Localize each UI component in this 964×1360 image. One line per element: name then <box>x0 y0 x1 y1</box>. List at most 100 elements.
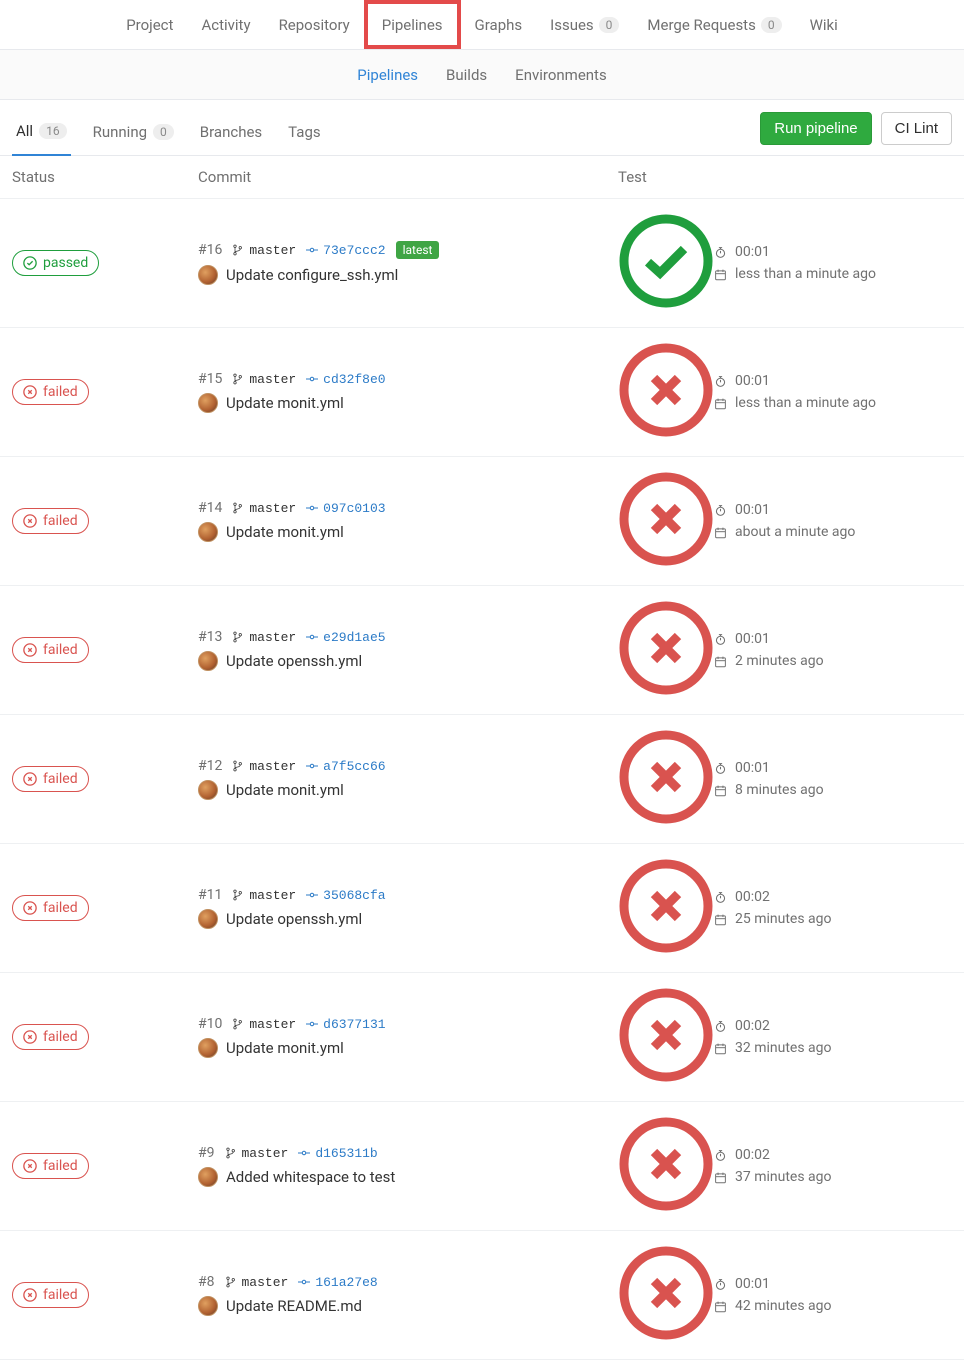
test-cell[interactable] <box>618 471 714 571</box>
branch-name: master <box>249 630 296 645</box>
scope-all[interactable]: All 16 <box>12 110 71 156</box>
commit-sha-link[interactable]: a7f5cc66 <box>306 759 385 774</box>
nav-repository[interactable]: Repository <box>265 0 364 49</box>
pipeline-id[interactable]: #13 <box>198 629 222 645</box>
status-pill[interactable]: failed <box>12 1024 89 1050</box>
x-circle-icon <box>618 1116 714 1212</box>
test-cell[interactable] <box>618 729 714 829</box>
avatar[interactable] <box>198 1167 218 1187</box>
commit-message[interactable]: Update configure_ssh.yml <box>226 266 398 284</box>
avatar[interactable] <box>198 909 218 929</box>
status-cell: failed <box>12 379 198 405</box>
test-cell[interactable] <box>618 1116 714 1216</box>
branch-link[interactable]: master <box>225 1146 289 1161</box>
test-cell[interactable] <box>618 600 714 700</box>
commit-message[interactable]: Added whitespace to test <box>226 1168 395 1186</box>
subnav-environments[interactable]: Environments <box>501 66 621 84</box>
pipeline-id[interactable]: #16 <box>198 242 222 258</box>
branch-icon <box>232 631 244 643</box>
branch-link[interactable]: master <box>225 1275 289 1290</box>
branch-link[interactable]: master <box>232 372 296 387</box>
subnav-builds[interactable]: Builds <box>432 66 501 84</box>
time-ago: 2 minutes ago <box>735 653 824 669</box>
commit-sha-link[interactable]: 097c0103 <box>306 501 385 516</box>
commit-sha-link[interactable]: e29d1ae5 <box>306 630 385 645</box>
commit-message[interactable]: Update monit.yml <box>226 394 344 412</box>
commit-sha-link[interactable]: cd32f8e0 <box>306 372 385 387</box>
scope-tags[interactable]: Tags <box>284 110 324 155</box>
table-row: failed #9 master d165311b Added whitespa… <box>0 1102 964 1231</box>
test-cell[interactable] <box>618 1245 714 1345</box>
scope-running-count: 0 <box>153 124 174 140</box>
commit-message[interactable]: Update README.md <box>226 1297 362 1315</box>
commit-sha-link[interactable]: 161a27e8 <box>298 1275 377 1290</box>
status-pill[interactable]: failed <box>12 1153 89 1179</box>
status-pill[interactable]: failed <box>12 508 89 534</box>
branch-icon <box>232 889 244 901</box>
nav-graphs[interactable]: Graphs <box>461 0 537 49</box>
avatar[interactable] <box>198 265 218 285</box>
status-pill[interactable]: failed <box>12 895 89 921</box>
commit-message[interactable]: Update openssh.yml <box>226 652 362 670</box>
branch-link[interactable]: master <box>232 1017 296 1032</box>
pipeline-id[interactable]: #15 <box>198 371 222 387</box>
commit-sha-link[interactable]: 73e7ccc2 <box>306 243 385 258</box>
nav-merge-requests[interactable]: Merge Requests 0 <box>633 0 795 49</box>
branch-link[interactable]: master <box>232 630 296 645</box>
pipeline-id[interactable]: #10 <box>198 1016 222 1032</box>
avatar[interactable] <box>198 1038 218 1058</box>
stopwatch-icon <box>714 1278 727 1291</box>
ci-lint-button[interactable]: CI Lint <box>881 112 952 145</box>
status-pill[interactable]: failed <box>12 1282 89 1308</box>
commit-sha-link[interactable]: d165311b <box>298 1146 377 1161</box>
meta-cell: 00:01 less than a minute ago <box>714 373 964 411</box>
avatar[interactable] <box>198 651 218 671</box>
pipeline-id[interactable]: #14 <box>198 500 222 516</box>
commit-message[interactable]: Update openssh.yml <box>226 910 362 928</box>
branch-link[interactable]: master <box>232 243 296 258</box>
avatar[interactable] <box>198 1296 218 1316</box>
subnav-pipelines[interactable]: Pipelines <box>343 66 432 84</box>
pipeline-id[interactable]: #11 <box>198 887 222 903</box>
status-pill[interactable]: failed <box>12 379 89 405</box>
commit-message[interactable]: Update monit.yml <box>226 523 344 541</box>
test-cell[interactable] <box>618 213 714 313</box>
commit-sha-link[interactable]: d6377131 <box>306 1017 385 1032</box>
check-circle-icon <box>618 213 714 309</box>
meta-cell: 00:02 25 minutes ago <box>714 889 964 927</box>
branch-link[interactable]: master <box>232 759 296 774</box>
commit-message[interactable]: Update monit.yml <box>226 781 344 799</box>
avatar[interactable] <box>198 393 218 413</box>
avatar[interactable] <box>198 780 218 800</box>
status-pill[interactable]: passed <box>12 250 99 276</box>
status-cell: failed <box>12 1153 198 1179</box>
stopwatch-icon <box>714 1149 727 1162</box>
commit-sha: 73e7ccc2 <box>323 243 385 258</box>
duration: 00:01 <box>735 373 770 389</box>
nav-activity[interactable]: Activity <box>187 0 264 49</box>
pipeline-id[interactable]: #9 <box>198 1145 215 1161</box>
branch-link[interactable]: master <box>232 501 296 516</box>
meta-cell: 00:01 8 minutes ago <box>714 760 964 798</box>
nav-pipelines[interactable]: Pipelines <box>364 0 461 49</box>
nav-wiki[interactable]: Wiki <box>796 0 852 49</box>
pipeline-id[interactable]: #8 <box>198 1274 215 1290</box>
test-cell[interactable] <box>618 858 714 958</box>
time-ago: 25 minutes ago <box>735 911 832 927</box>
nav-issues[interactable]: Issues 0 <box>536 0 633 49</box>
test-cell[interactable] <box>618 342 714 442</box>
commit-message[interactable]: Update monit.yml <box>226 1039 344 1057</box>
avatar[interactable] <box>198 522 218 542</box>
run-pipeline-button[interactable]: Run pipeline <box>760 112 871 145</box>
status-pill[interactable]: failed <box>12 766 89 792</box>
commit-icon <box>298 1276 310 1288</box>
scope-running[interactable]: Running 0 <box>89 110 178 155</box>
calendar-icon <box>714 655 727 668</box>
nav-project[interactable]: Project <box>112 0 187 49</box>
scope-branches[interactable]: Branches <box>196 110 266 155</box>
status-pill[interactable]: failed <box>12 637 89 663</box>
pipeline-id[interactable]: #12 <box>198 758 222 774</box>
test-cell[interactable] <box>618 987 714 1087</box>
status-text: failed <box>43 384 78 400</box>
commit-cell: #9 master d165311b Added whitespace to t… <box>198 1145 618 1187</box>
